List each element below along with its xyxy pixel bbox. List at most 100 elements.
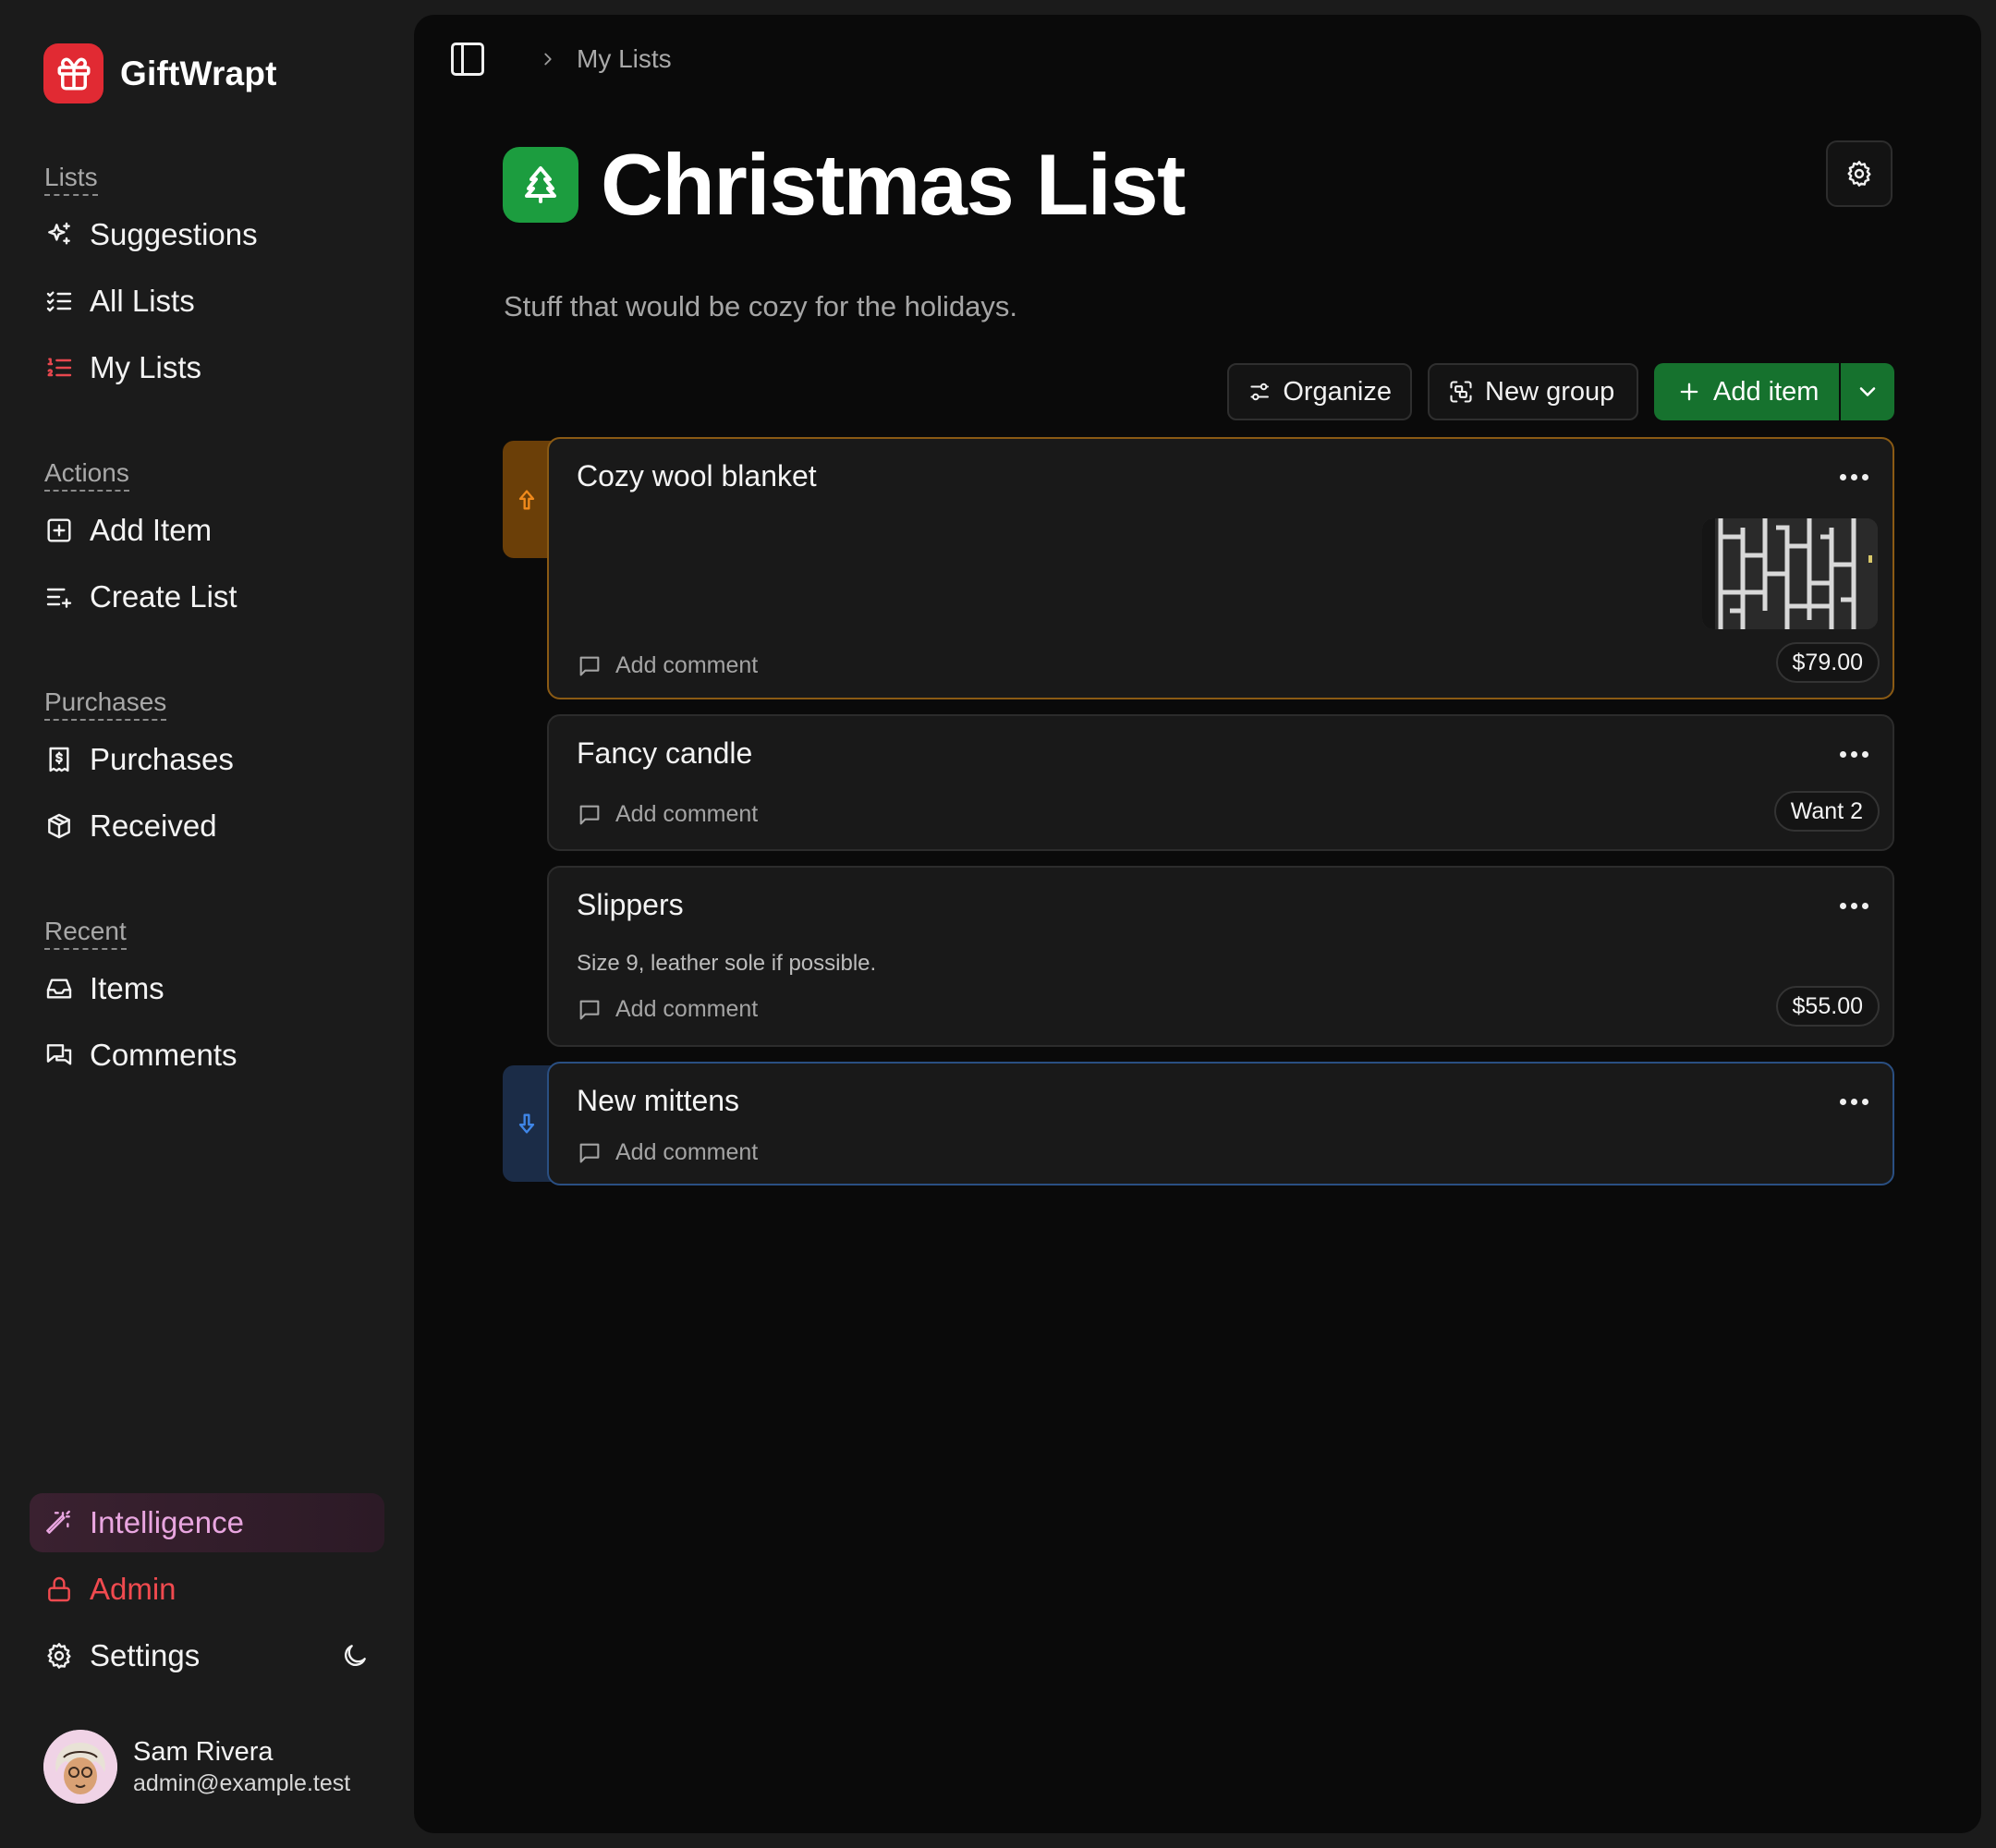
tree-icon — [503, 147, 578, 223]
add-comment-label: Add comment — [615, 1139, 759, 1165]
main-panel: My Lists Christmas List Stuff that would… — [414, 15, 1981, 1833]
quantity-badge: Want 2 — [1773, 791, 1880, 832]
new-group-label: New group — [1485, 376, 1615, 407]
sidebar-item-settings[interactable]: Settings — [44, 1630, 200, 1682]
add-comment-label: Add comment — [615, 801, 759, 827]
sidebar-item-label: Items — [90, 971, 164, 1005]
section-actions: Actions — [44, 457, 129, 492]
list-item[interactable]: Cozy wool blanket Add comment $79.00 — [547, 437, 1894, 699]
page-header: Christmas List — [503, 135, 1186, 235]
arrow-up-icon — [518, 490, 535, 509]
sidebar-item-admin[interactable]: Admin — [44, 1563, 176, 1615]
sidebar-item-items[interactable]: Items — [44, 963, 164, 1015]
avatar — [43, 1730, 117, 1804]
sidebar-item-received[interactable]: Received — [44, 800, 217, 852]
sidebar-item-purchases[interactable]: Purchases — [44, 734, 234, 785]
comment-icon — [579, 805, 600, 824]
section-lists: Lists — [44, 162, 98, 196]
comment-icon — [579, 1143, 600, 1162]
section-purchases: Purchases — [44, 687, 167, 721]
add-comment-button[interactable]: Add comment — [577, 801, 758, 828]
sidebar-item-label: All Lists — [90, 284, 195, 318]
sidebar-item-all-lists[interactable]: All Lists — [44, 275, 195, 327]
add-item-button[interactable]: Add item — [1654, 363, 1839, 420]
scan-group-icon — [1450, 381, 1472, 403]
app-name: GiftWrapt — [120, 54, 277, 92]
item-title[interactable]: Slippers — [577, 888, 684, 922]
item-title[interactable]: Cozy wool blanket — [577, 459, 817, 493]
list-item[interactable]: Slippers Size 9, leather sole if possibl… — [547, 866, 1894, 1047]
page-title: Christmas List — [601, 136, 1186, 233]
sidebar-item-label: Suggestions — [90, 217, 258, 251]
sidebar-item-label: Admin — [90, 1572, 176, 1606]
brand[interactable]: GiftWrapt — [43, 43, 277, 103]
add-comment-label: Add comment — [615, 652, 759, 678]
sidebar: GiftWrapt Lists Suggestions All Lists My… — [0, 0, 414, 1848]
user-profile[interactable]: Sam Rivera admin@example.test — [43, 1730, 350, 1804]
sidebar-item-my-lists[interactable]: My Lists — [44, 342, 201, 394]
more-icon[interactable] — [1840, 903, 1868, 909]
more-icon[interactable] — [1840, 474, 1868, 480]
gift-icon — [43, 43, 103, 103]
user-name: Sam Rivera — [133, 1737, 274, 1767]
comment-icon — [579, 1000, 600, 1019]
price-badge: $79.00 — [1775, 642, 1880, 683]
sidebar-item-label: Purchases — [90, 742, 234, 776]
magic-wand-icon — [44, 1508, 74, 1538]
lock-icon — [44, 1574, 74, 1604]
package-open-icon — [44, 811, 74, 841]
ordered-list-icon — [44, 353, 74, 383]
sidebar-item-intelligence[interactable]: Intelligence — [44, 1497, 244, 1549]
list-settings-button[interactable] — [1826, 140, 1893, 207]
section-recent: Recent — [44, 916, 127, 950]
price-badge: $55.00 — [1775, 986, 1880, 1027]
add-comment-button[interactable]: Add comment — [577, 996, 758, 1023]
gear-icon — [1844, 159, 1874, 188]
add-item-menu-button[interactable] — [1841, 363, 1894, 420]
sidebar-item-create-list[interactable]: Create List — [44, 571, 237, 623]
plus-square-icon — [44, 516, 74, 545]
sliders-icon — [1250, 383, 1269, 401]
more-icon[interactable] — [1840, 1099, 1868, 1105]
sidebar-item-label: Add Item — [90, 513, 213, 547]
sidebar-item-label: Settings — [90, 1638, 201, 1672]
chevron-right-icon — [538, 49, 558, 69]
sidebar-item-suggestions[interactable]: Suggestions — [44, 209, 258, 261]
gear-icon — [44, 1641, 74, 1671]
arrow-down-icon — [518, 1113, 535, 1134]
add-comment-button[interactable]: Add comment — [577, 1139, 758, 1166]
sidebar-item-label: Intelligence — [90, 1505, 244, 1539]
sidebar-toggle-icon[interactable] — [447, 39, 488, 79]
sidebar-item-label: My Lists — [90, 350, 202, 384]
organize-label: Organize — [1283, 376, 1392, 407]
list-item[interactable]: Fancy candle Add comment Want 2 — [547, 714, 1894, 851]
sidebar-item-comments[interactable]: Comments — [44, 1029, 237, 1081]
item-title[interactable]: Fancy candle — [577, 736, 752, 771]
list-description: Stuff that would be cozy for the holiday… — [504, 290, 1018, 322]
add-item-label: Add item — [1713, 376, 1820, 407]
sidebar-item-add-item[interactable]: Add Item — [44, 505, 212, 556]
item-image[interactable] — [1702, 518, 1878, 629]
user-email: admin@example.test — [133, 1770, 351, 1796]
moon-icon[interactable] — [340, 1641, 370, 1671]
inbox-icon — [44, 974, 74, 1003]
item-note: Size 9, leather sole if possible. — [577, 951, 877, 976]
checklist-icon — [44, 286, 74, 316]
add-comment-label: Add comment — [615, 996, 759, 1022]
more-icon[interactable] — [1840, 751, 1868, 758]
chevron-down-icon — [1859, 387, 1876, 396]
organize-button[interactable]: Organize — [1227, 363, 1412, 420]
plus-icon — [1680, 383, 1698, 401]
new-group-button[interactable]: New group — [1428, 363, 1638, 420]
list-plus-icon — [44, 582, 74, 612]
breadcrumb-my-lists[interactable]: My Lists — [577, 44, 672, 74]
list-item[interactable]: New mittens Add comment — [547, 1062, 1894, 1185]
item-title[interactable]: New mittens — [577, 1084, 739, 1118]
add-comment-button[interactable]: Add comment — [577, 652, 758, 679]
sidebar-item-label: Received — [90, 808, 217, 843]
sidebar-item-label: Comments — [90, 1038, 237, 1072]
sidebar-item-label: Create List — [90, 579, 237, 614]
comment-icon — [579, 656, 600, 675]
messages-icon — [44, 1040, 74, 1070]
breadcrumb: My Lists — [447, 39, 672, 79]
